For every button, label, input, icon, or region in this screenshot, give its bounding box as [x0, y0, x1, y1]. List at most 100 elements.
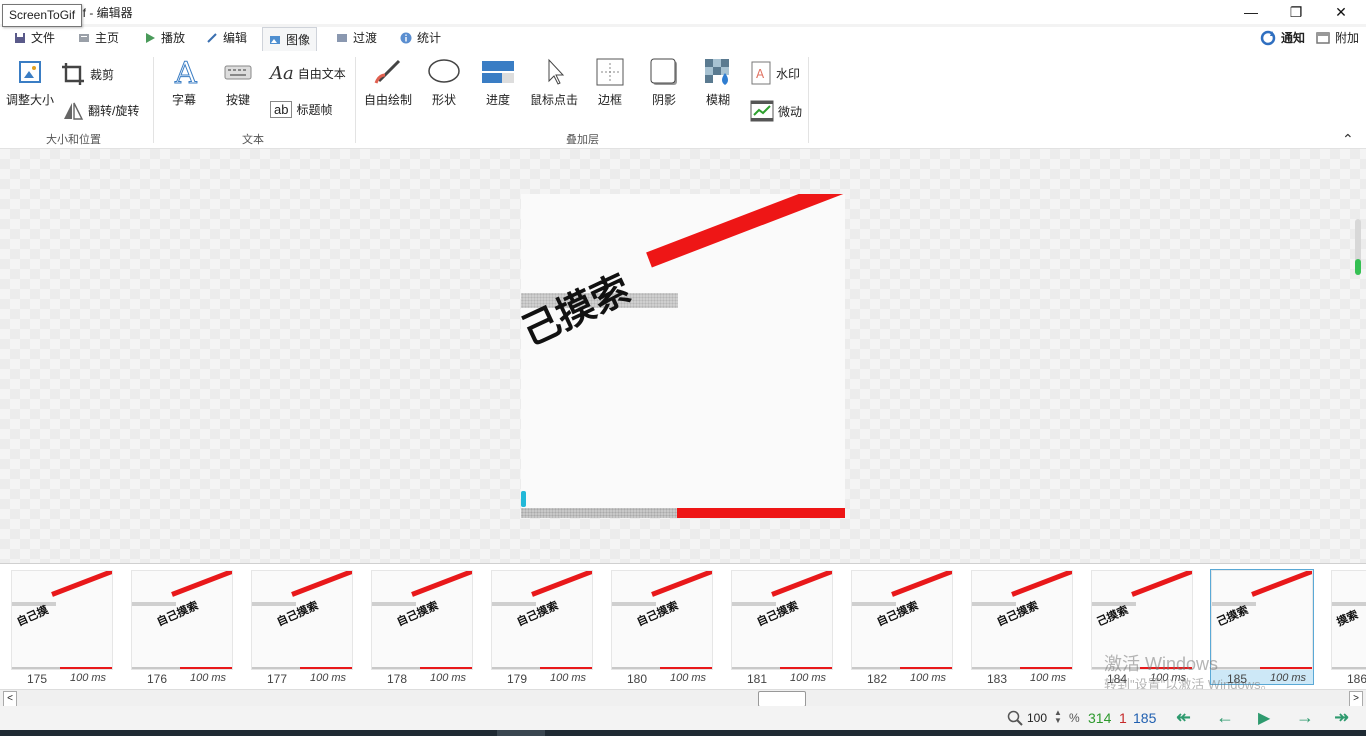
frame-thumbnail[interactable]: 自己摸索 179 100 ms	[491, 570, 593, 686]
shadow-label: 阴影	[651, 93, 676, 107]
mouse-clicks-button[interactable]: 鼠标点击	[526, 57, 582, 108]
tab-statistics[interactable]: 统计	[394, 27, 447, 49]
thumbnail-image: 自己摸索	[131, 570, 233, 670]
frame-thumbnail[interactable]: 自己摸索 180 100 ms	[611, 570, 713, 686]
resize-button[interactable]: 调整大小	[4, 57, 56, 108]
thumbnail-image: 自己摸索	[851, 570, 953, 670]
frame-number: 181	[746, 672, 768, 686]
free-text-button[interactable]: Aa 自由文本	[270, 63, 346, 84]
thumbnail-image: 摸索	[1331, 570, 1366, 670]
cinemagraph-button[interactable]: 微动	[750, 99, 802, 123]
frame-thumbnail[interactable]: 自己摸索 183 100 ms	[971, 570, 1073, 686]
play-button[interactable]: ▶	[1258, 708, 1270, 728]
border-icon	[596, 58, 624, 86]
progress-button[interactable]: 进度	[478, 57, 518, 108]
frame-delay: 100 ms	[309, 672, 347, 684]
caption-button[interactable]: A 字幕	[164, 57, 204, 108]
free-draw-label: 自由绘制	[363, 93, 412, 107]
frame-thumbnail[interactable]: 己摸索 185 100 ms	[1210, 569, 1314, 686]
restore-button[interactable]: ❐	[1273, 0, 1319, 24]
tab-play[interactable]: 播放	[138, 27, 191, 49]
frame-number: 180	[626, 672, 648, 686]
watermark-button[interactable]: A 水印	[750, 61, 800, 85]
free-draw-button[interactable]: 自由绘制	[360, 57, 416, 108]
previous-frame-button[interactable]: ←	[1216, 707, 1234, 728]
thumbnail-text: 摸索	[1334, 607, 1361, 629]
frame-text: 己摸索	[521, 265, 637, 355]
border-button[interactable]: 边框	[590, 57, 630, 108]
frame-thumbnail[interactable]: 自己摸索 182 100 ms	[851, 570, 953, 686]
current-frame: 己摸索	[521, 194, 845, 518]
frame-thumbnail[interactable]: 自己摸索 176 100 ms	[131, 570, 233, 686]
shape-button[interactable]: 形状	[424, 57, 464, 108]
frame-thumbnail[interactable]: 自己摸索 177 100 ms	[251, 570, 353, 686]
thumbnail-image: 自己摸索	[251, 570, 353, 670]
last-frame-button[interactable]: ↠	[1334, 707, 1349, 728]
close-button[interactable]: ✕	[1318, 0, 1364, 24]
cursor-marker	[521, 491, 526, 507]
tab-transition[interactable]: 过渡	[330, 27, 383, 49]
thumbnail-image: 自己摸索	[371, 570, 473, 670]
caption-icon: A	[174, 57, 198, 87]
taskbar	[0, 730, 1366, 736]
collapse-ribbon-icon[interactable]: ⌃	[1342, 131, 1354, 148]
frame-thumbnail[interactable]: 自己摸索 181 100 ms	[731, 570, 833, 686]
red-progress-line	[646, 194, 845, 268]
timeline-scrollbar[interactable]: < >	[0, 689, 1366, 707]
crop-label: 裁剪	[90, 67, 115, 82]
ribbon: 调整大小 裁剪 翻转/旋转 大小和位置 A 字幕 按键 Aa 自由文本 ab 标…	[0, 51, 1366, 149]
thumbnail-image: 自己摸索	[731, 570, 833, 670]
flip-rotate-button[interactable]: 翻转/旋转	[62, 99, 139, 121]
frame-thumbnail[interactable]: 摸索 186	[1331, 570, 1366, 686]
extras-button[interactable]: 附加	[1310, 27, 1365, 49]
shadow-button[interactable]: 阴影	[644, 57, 684, 108]
frame-number: 183	[986, 672, 1008, 686]
blur-button[interactable]: 模糊	[698, 57, 738, 108]
title-frame-button[interactable]: ab 标题帧	[270, 101, 332, 118]
image-icon	[270, 36, 280, 44]
group-label-overlay: 叠加层	[566, 134, 599, 146]
caption-label: 字幕	[171, 93, 196, 107]
notifications-button[interactable]: 通知	[1254, 27, 1311, 49]
tab-label: 文件	[31, 31, 56, 45]
tab-edit[interactable]: 编辑	[200, 27, 253, 49]
tab-label: 统计	[417, 31, 442, 45]
tab-home[interactable]: 主页	[72, 27, 125, 49]
selected-frames: 1	[1119, 710, 1127, 726]
first-frame-button[interactable]: ↞	[1176, 707, 1191, 728]
zoom-percent: %	[1069, 711, 1080, 725]
tab-file[interactable]: 文件	[8, 27, 61, 49]
scroll-right-button[interactable]: >	[1349, 691, 1363, 707]
next-frame-button[interactable]: →	[1296, 707, 1314, 728]
taskbar-app[interactable]	[497, 730, 545, 736]
frame-delay: 100 ms	[69, 672, 107, 684]
frame-thumbnail[interactable]: 自己摸 175 100 ms	[11, 570, 113, 686]
frame-number: 179	[506, 672, 528, 686]
scroll-thumb[interactable]	[758, 691, 806, 707]
minimize-button[interactable]: —	[1228, 0, 1274, 24]
zoom-value[interactable]: 100	[1027, 711, 1047, 725]
blur-icon	[705, 59, 729, 85]
tab-label: 过渡	[353, 31, 378, 45]
info-icon	[400, 32, 412, 44]
flip-icon	[64, 102, 84, 120]
transition-icon	[337, 34, 347, 42]
zoom-stepper[interactable]: ▲ ▼	[1054, 709, 1062, 725]
crop-button[interactable]: 裁剪	[60, 61, 114, 87]
ellipse-icon	[428, 59, 460, 83]
notify-label: 通知	[1281, 31, 1306, 45]
thumbnail-image: 自己摸	[11, 570, 113, 670]
frame-canvas[interactable]: 己摸索	[0, 149, 1366, 563]
frame-thumbnail[interactable]: 自己摸索 178 100 ms	[371, 570, 473, 686]
extras-icon	[1316, 32, 1330, 44]
tab-image[interactable]: 图像	[262, 27, 318, 52]
zoom-slider[interactable]	[1355, 219, 1361, 275]
frame-number: 186	[1346, 672, 1366, 686]
crop-icon	[62, 63, 84, 85]
play-icon	[146, 33, 155, 43]
blur-label: 模糊	[705, 93, 730, 107]
group-divider	[153, 57, 154, 143]
key-strokes-button[interactable]: 按键	[218, 57, 258, 108]
scroll-left-button[interactable]: <	[3, 691, 17, 707]
frame-timeline: 自己摸 175 100 ms 自己摸索 176 100 ms 自己摸索 177 100 ms 自己…	[0, 563, 1366, 692]
